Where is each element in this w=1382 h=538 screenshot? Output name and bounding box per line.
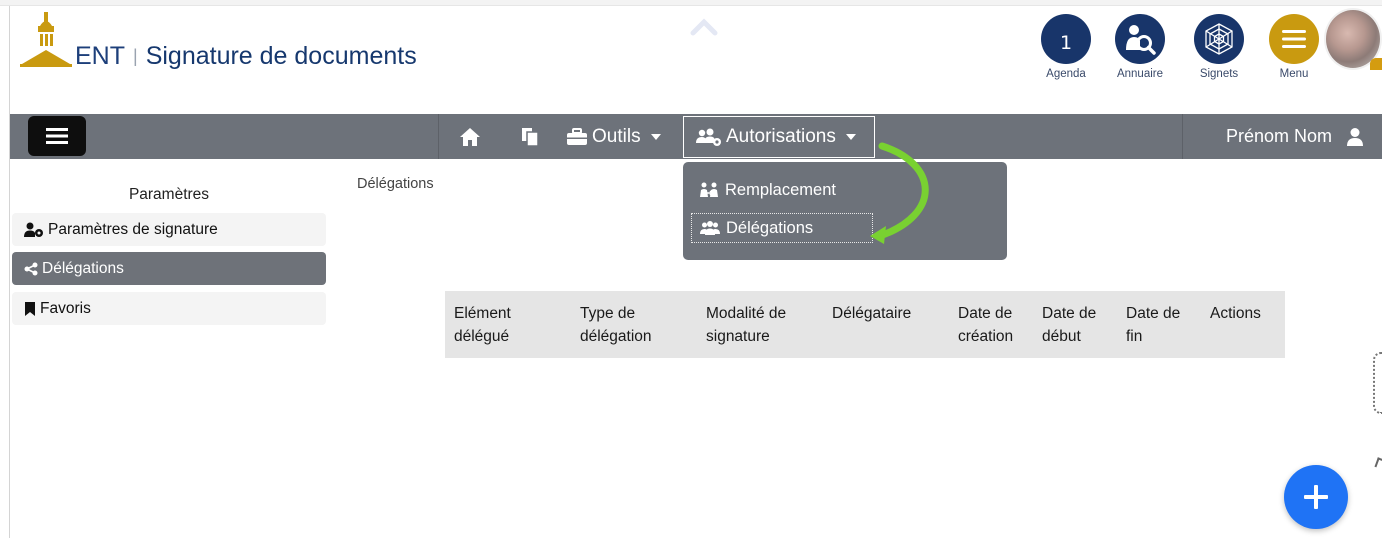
shortcut-agenda[interactable]: 1 Agenda (1031, 14, 1101, 80)
documents-button[interactable] (512, 114, 548, 159)
brand-separator: | (133, 46, 138, 66)
shortcut-label: Annuaire (1116, 68, 1164, 80)
users-gear-icon (696, 128, 721, 146)
autorisations-dropdown: Remplacement Délégations (683, 162, 1007, 260)
sidebar-item-parametres-signature[interactable]: Paramètres de signature (12, 213, 326, 246)
nav-outils-label: Outils (592, 125, 641, 147)
column-header: Date de création (958, 305, 1014, 345)
menu-icon (1269, 14, 1319, 64)
sidebar-item-favoris[interactable]: Favoris (12, 292, 326, 325)
sidebar-item-label: Délégations (42, 259, 124, 277)
toolbox-icon (567, 127, 587, 145)
column-header: Date de fin (1126, 305, 1181, 345)
shortcut-label: Menu (1279, 68, 1309, 80)
home-icon (460, 127, 480, 146)
status-badge (1370, 58, 1382, 70)
sidebar-item-delegations[interactable]: Délégations (12, 252, 326, 285)
site-title[interactable]: ENT | Signature de documents (75, 42, 417, 71)
hamburger-menu-button[interactable] (28, 116, 86, 156)
nav-autorisations-menu[interactable]: Autorisations (683, 116, 875, 158)
dropdown-item-remplacement[interactable]: Remplacement (691, 175, 871, 205)
sidebar-title: Paramètres (128, 186, 210, 203)
sidebar-item-label: Paramètres de signature (48, 220, 218, 238)
app-title: Signature de documents (145, 42, 417, 70)
column-header: Elément délégué (454, 305, 511, 345)
brand-name: ENT (75, 42, 125, 70)
edge-mark (1374, 457, 1382, 469)
column-header: Modalité de signature (706, 305, 787, 345)
dropdown-item-delegations[interactable]: Délégations (691, 213, 873, 243)
plus-icon (1304, 485, 1328, 509)
directory-search-icon (1115, 14, 1165, 64)
column-header: Date de début (1042, 305, 1097, 345)
user-gear-icon (24, 222, 43, 237)
user-icon (1347, 127, 1364, 146)
shortcut-signets[interactable]: Signets (1184, 14, 1254, 80)
column-header: Type de délégation (580, 305, 652, 345)
annotation-arrow-icon (870, 142, 929, 244)
documents-icon (522, 127, 539, 147)
replacement-icon (700, 182, 718, 197)
user-name: Prénom Nom (1226, 126, 1333, 146)
dropdown-item-label: Remplacement (725, 180, 836, 199)
chevron-up-icon[interactable] (690, 18, 718, 36)
hamburger-icon (46, 128, 68, 144)
share-icon (24, 262, 38, 275)
home-button[interactable] (450, 114, 490, 159)
users-icon (700, 221, 720, 235)
shortcut-annuaire[interactable]: Annuaire (1105, 14, 1175, 80)
column-header: Actions (1210, 305, 1261, 322)
shortcut-label: Agenda (1046, 68, 1086, 80)
pantheon-logo-icon[interactable] (20, 12, 72, 68)
calendar-icon: 1 (1041, 14, 1091, 64)
nav-outils-menu[interactable]: Outils (566, 114, 661, 159)
sidebar-item-label: Favoris (40, 299, 91, 317)
column-header: Délégataire (832, 305, 912, 322)
bookmark-icon (25, 301, 35, 316)
nav-autorisations-label: Autorisations (726, 126, 836, 147)
delegations-table-header: Elément délégué Type de délégation Modalit… (445, 291, 1285, 358)
shortcut-label: Signets (1199, 68, 1239, 80)
nav-divider (438, 114, 439, 159)
dropdown-item-label: Délégations (726, 218, 814, 237)
site-header: ENT | Signature de documents 1 Agenda An… (10, 6, 1382, 114)
user-menu[interactable]: Prénom Nom (1226, 114, 1364, 159)
breadcrumb: Délégations (357, 176, 434, 192)
spiderweb-icon (1194, 14, 1244, 64)
chevron-down-icon (650, 133, 661, 140)
main-navbar: Outils Autorisations Prénom Nom (10, 114, 1382, 159)
shortcut-menu[interactable]: Menu (1259, 14, 1329, 80)
chevron-down-icon (845, 134, 856, 140)
add-delegation-button[interactable] (1284, 465, 1348, 529)
side-panel-handle[interactable] (1373, 352, 1382, 414)
nav-divider (1182, 114, 1183, 159)
